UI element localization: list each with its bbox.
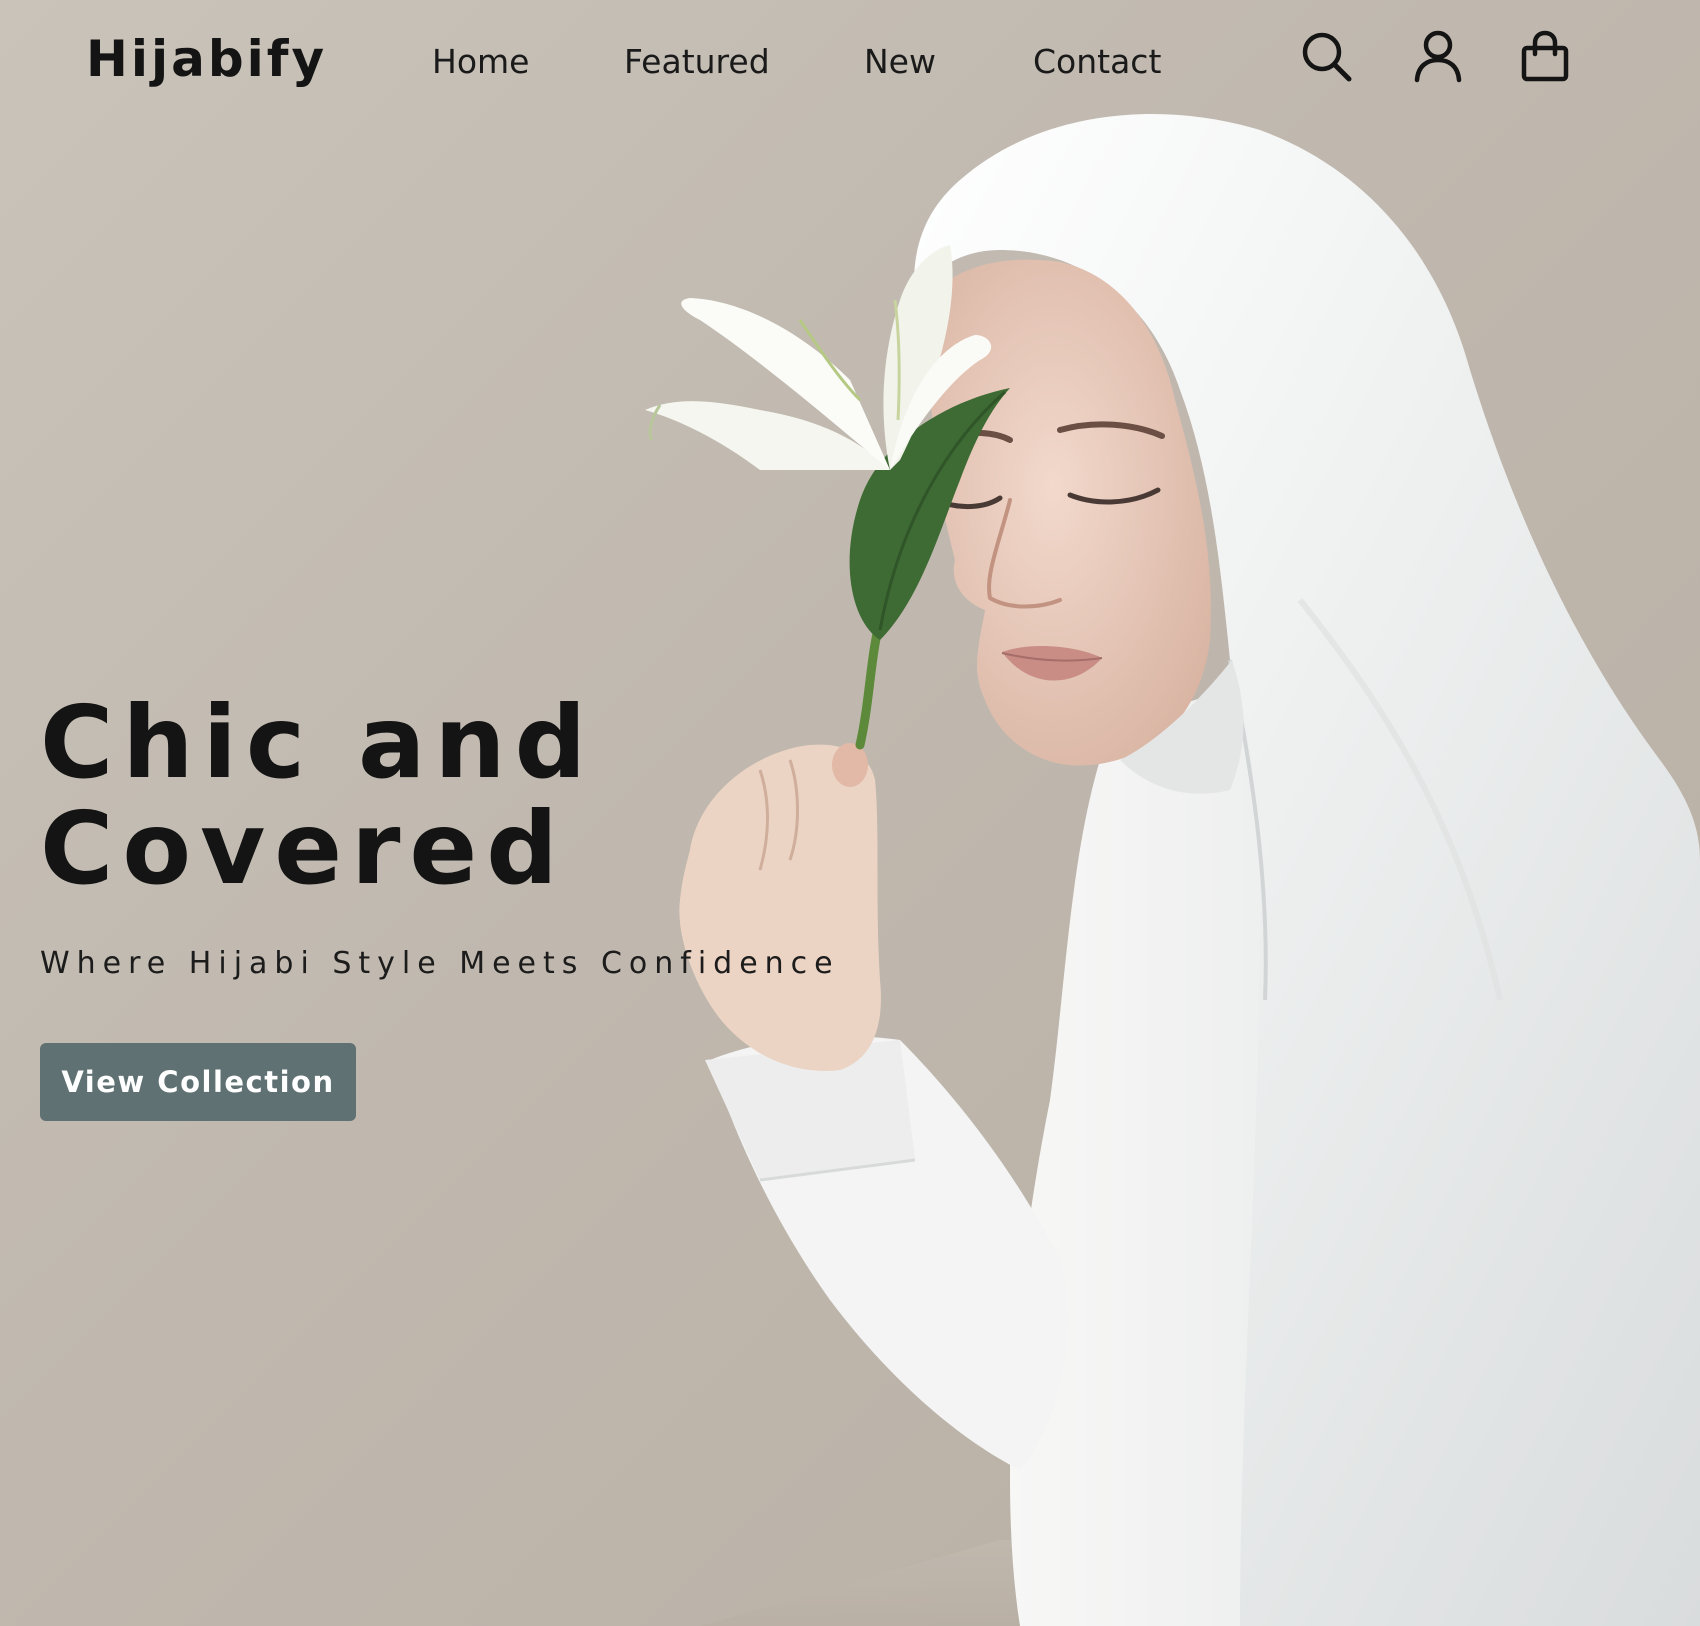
hero-section: Chic and Covered Where Hijabi Style Meet… — [40, 690, 840, 1121]
nav-featured[interactable]: Featured — [624, 42, 770, 81]
hero-title-line-2: Covered — [40, 790, 567, 907]
nav-new[interactable]: New — [864, 42, 936, 81]
nav-contact[interactable]: Contact — [1033, 42, 1161, 81]
view-collection-button[interactable]: View Collection — [40, 1043, 356, 1121]
shopping-bag-icon[interactable] — [1517, 28, 1573, 84]
site-header: Hijabify Home Featured New Contact — [0, 0, 1700, 130]
brand-logo[interactable]: Hijabify — [86, 30, 327, 88]
hero-title-line-1: Chic and — [40, 684, 596, 801]
search-icon[interactable] — [1298, 28, 1354, 84]
hero-subtitle: Where Hijabi Style Meets Confidence — [40, 946, 840, 981]
nav-home[interactable]: Home — [432, 42, 529, 81]
user-icon[interactable] — [1410, 28, 1466, 84]
hero-title: Chic and Covered — [40, 690, 840, 902]
